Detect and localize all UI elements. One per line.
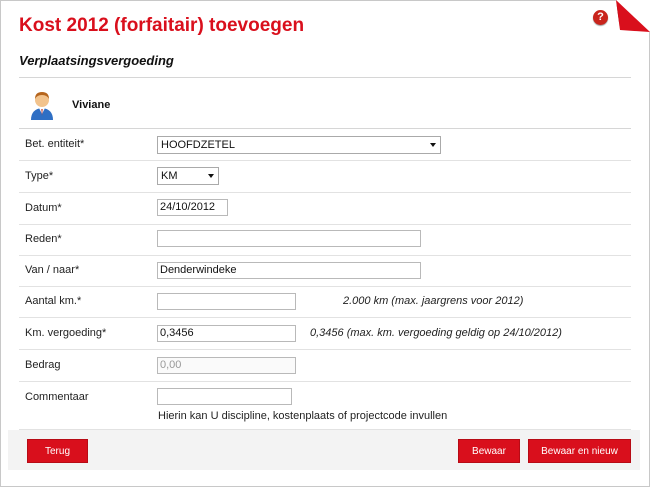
from-to-label: Van / naar* xyxy=(25,264,80,276)
reason-input[interactable] xyxy=(157,230,421,247)
help-icon[interactable]: ? xyxy=(593,10,608,25)
save-and-new-button[interactable]: Bewaar en nieuw xyxy=(528,439,631,463)
form-row-type: Type* xyxy=(19,161,631,193)
user-avatar-icon xyxy=(31,92,53,120)
comment-hint: Hierin kan U discipline, kostenplaats of… xyxy=(158,410,448,422)
form-row-date: Datum* xyxy=(19,193,631,225)
form-row-comment: Commentaar xyxy=(19,382,631,430)
form-row-amount: Bedrag xyxy=(19,350,631,382)
form-row-km: Aantal km.* xyxy=(19,286,631,318)
type-select-value: KM xyxy=(161,170,178,182)
user-name: Viviane xyxy=(72,99,111,111)
type-label: Type* xyxy=(25,170,54,182)
km-rate-label: Km. vergoeding* xyxy=(25,327,107,339)
dialog-title: Kost 2012 (forfaitair) toevoegen xyxy=(19,15,305,36)
from-to-input[interactable]: Denderwindeke xyxy=(157,262,421,279)
amount-label: Bedrag xyxy=(25,359,61,371)
chevron-down-icon xyxy=(430,143,436,147)
entity-select[interactable]: HOOFDZETEL xyxy=(157,136,441,154)
km-note: 2.000 km (max. jaargrens voor 2012) xyxy=(343,295,524,307)
entity-label: Bet. entiteit* xyxy=(25,138,85,150)
section-title: Verplaatsingsvergoeding xyxy=(19,53,174,68)
amount-input: 0,00 xyxy=(157,357,296,374)
save-button[interactable]: Bewaar xyxy=(458,439,520,463)
km-rate-input[interactable]: 0,3456 xyxy=(157,325,296,342)
km-rate-note: 0,3456 (max. km. vergoeding geldig op 24… xyxy=(310,327,562,339)
comment-label: Commentaar xyxy=(25,391,89,403)
divider xyxy=(19,77,631,78)
date-label: Datum* xyxy=(25,202,62,214)
back-button[interactable]: Terug xyxy=(27,439,88,463)
comment-input[interactable] xyxy=(157,388,292,405)
entity-select-value: HOOFDZETEL xyxy=(161,139,235,151)
km-label: Aantal km.* xyxy=(25,295,82,307)
type-select[interactable]: KM xyxy=(157,167,219,185)
date-input[interactable]: 24/10/2012 xyxy=(157,199,228,216)
page-curl-icon xyxy=(616,0,650,32)
km-input[interactable] xyxy=(157,293,296,310)
reason-label: Reden* xyxy=(25,233,62,245)
chevron-down-icon xyxy=(208,174,214,178)
